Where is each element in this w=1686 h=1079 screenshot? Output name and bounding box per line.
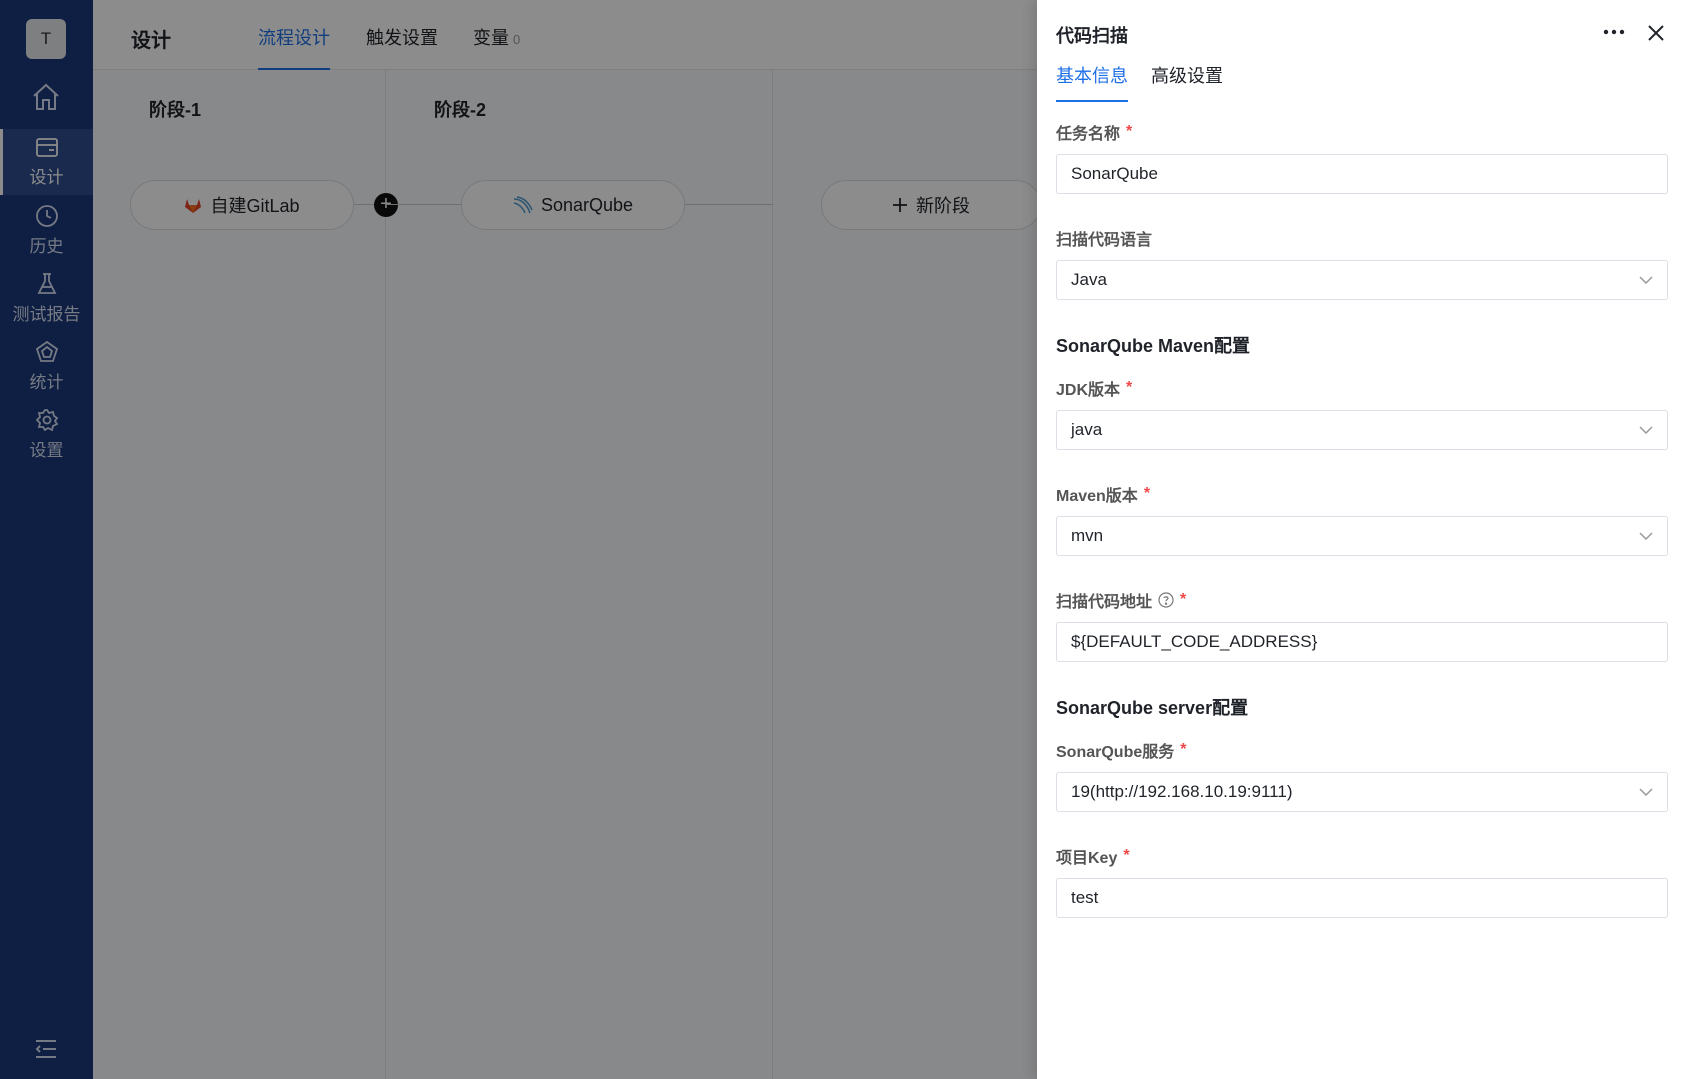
- sonarqube-service-select[interactable]: 19(http://192.168.10.19:9111): [1056, 772, 1668, 812]
- scan-language-select[interactable]: Java: [1056, 260, 1668, 300]
- field-label: 扫描代码地址 *: [1056, 586, 1668, 614]
- field-scan-language: 扫描代码语言 Java: [1056, 224, 1668, 300]
- required-mark: *: [1126, 123, 1133, 140]
- chevron-down-icon: [1639, 426, 1653, 434]
- field-label: Maven版本 *: [1056, 480, 1668, 508]
- field-label-text: 项目Key: [1056, 850, 1118, 867]
- field-label-text: 任务名称: [1056, 126, 1121, 143]
- chevron-down-icon: [1639, 532, 1653, 540]
- field-label: 项目Key *: [1056, 842, 1668, 870]
- required-mark: *: [1143, 485, 1151, 502]
- select-value: Java: [1071, 270, 1107, 289]
- select-value: java: [1071, 420, 1103, 439]
- field-label-text: 扫描代码地址: [1056, 594, 1153, 611]
- field-project-key: 项目Key * test: [1056, 842, 1668, 918]
- task-config-drawer: 代码扫描 基本信息 高级设置 任务名称 * SonarQube 扫描代码语言 Ja…: [1037, 0, 1686, 1079]
- task-name-input[interactable]: SonarQube: [1056, 154, 1668, 194]
- field-label: JDK版本 *: [1056, 374, 1668, 402]
- more-options-icon[interactable]: [1600, 20, 1628, 44]
- modal-overlay[interactable]: [0, 0, 1037, 1079]
- tab-basic-info[interactable]: 基本信息: [1056, 62, 1128, 102]
- select-value: mvn: [1071, 526, 1104, 545]
- input-value: test: [1071, 888, 1099, 907]
- tab-advanced-settings[interactable]: 高级设置: [1151, 62, 1223, 102]
- drawer-title: 代码扫描: [1056, 26, 1128, 46]
- field-label-text: Maven版本: [1056, 488, 1138, 505]
- help-icon[interactable]: [1158, 592, 1174, 608]
- chevron-down-icon: [1639, 276, 1653, 284]
- tab-label: 高级设置: [1151, 66, 1223, 86]
- server-section: SonarQube server配置: [1056, 692, 1668, 722]
- required-mark: *: [1123, 847, 1130, 864]
- required-mark: *: [1126, 379, 1133, 396]
- field-label: 任务名称 *: [1056, 118, 1668, 146]
- required-mark: *: [1180, 591, 1187, 608]
- input-value: SonarQube: [1071, 164, 1158, 183]
- scan-address-input[interactable]: ${DEFAULT_CODE_ADDRESS}: [1056, 622, 1668, 662]
- field-maven-version: Maven版本 * mvn: [1056, 480, 1668, 556]
- chevron-down-icon: [1639, 788, 1653, 796]
- field-label: SonarQube服务 *: [1056, 736, 1668, 764]
- tab-label: 基本信息: [1056, 66, 1128, 86]
- maven-version-select[interactable]: mvn: [1056, 516, 1668, 556]
- field-label-text: SonarQube服务: [1056, 744, 1175, 761]
- field-scan-address: 扫描代码地址 * ${DEFAULT_CODE_ADDRESS}: [1056, 586, 1668, 662]
- config-form: 任务名称 * SonarQube 扫描代码语言 Java SonarQube Ma…: [1056, 118, 1668, 948]
- select-value: 19(http://192.168.10.19:9111): [1071, 782, 1293, 801]
- field-task-name: 任务名称 * SonarQube: [1056, 118, 1668, 194]
- maven-section: SonarQube Maven配置: [1056, 330, 1668, 360]
- required-mark: *: [1180, 741, 1187, 758]
- project-key-input[interactable]: test: [1056, 878, 1668, 918]
- field-sonarqube-service: SonarQube服务 * 19(http://192.168.10.19:911…: [1056, 736, 1668, 812]
- field-label: 扫描代码语言: [1056, 224, 1668, 252]
- jdk-version-select[interactable]: java: [1056, 410, 1668, 450]
- field-jdk-version: JDK版本 * java: [1056, 374, 1668, 450]
- section-heading: SonarQube server配置: [1056, 698, 1249, 718]
- field-label-text: 扫描代码语言: [1056, 232, 1153, 249]
- input-value: ${DEFAULT_CODE_ADDRESS}: [1071, 632, 1318, 651]
- section-heading: SonarQube Maven配置: [1056, 336, 1251, 356]
- close-icon[interactable]: [1643, 20, 1669, 46]
- field-label-text: JDK版本: [1056, 382, 1121, 399]
